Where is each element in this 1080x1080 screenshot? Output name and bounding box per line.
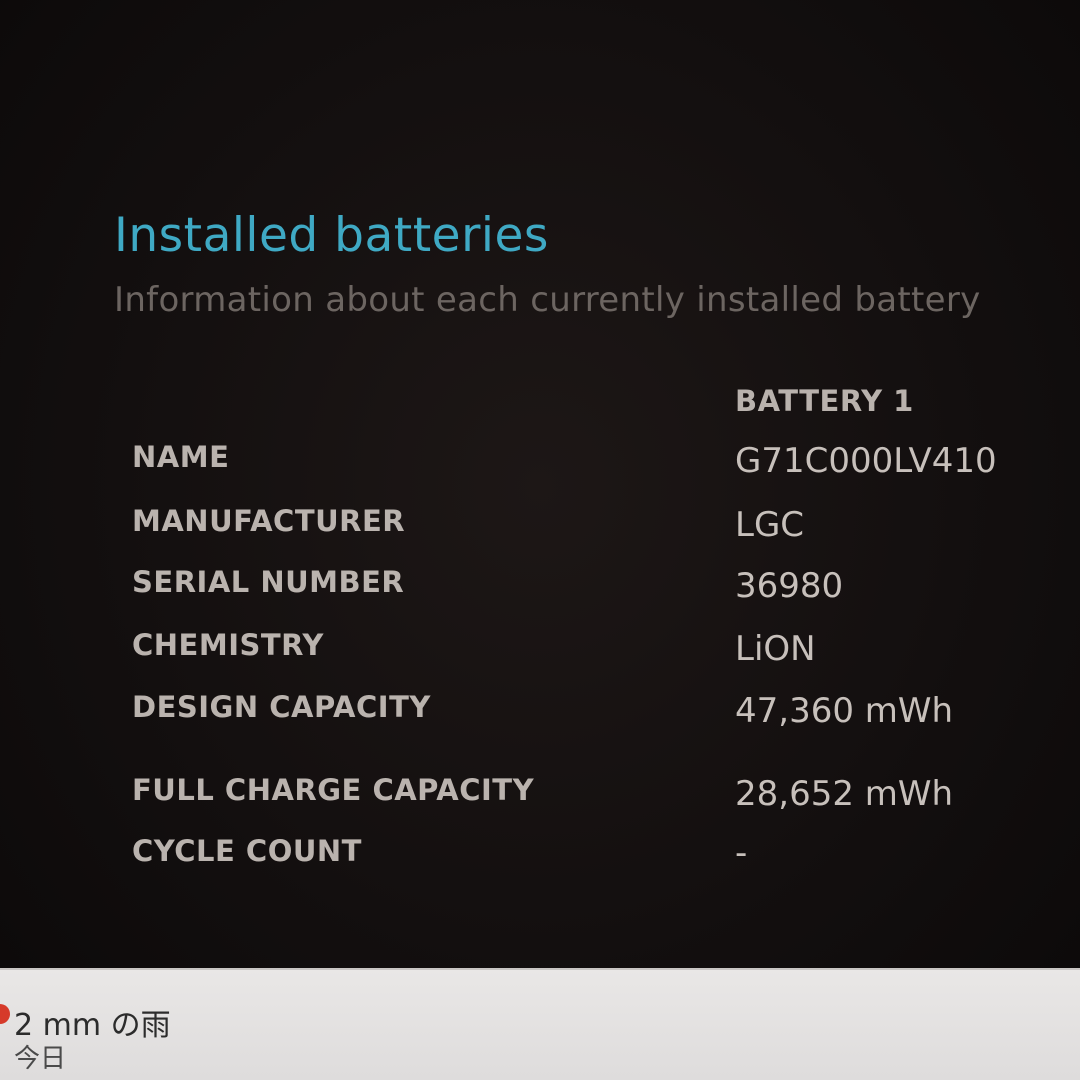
row-label-chemistry: CHEMISTRY: [132, 628, 324, 662]
page-title: Installed batteries: [114, 208, 549, 263]
row-label-name: NAME: [132, 440, 230, 474]
row-value-name: G71C000LV410: [735, 441, 997, 481]
row-label-cycle-count: CYCLE COUNT: [132, 834, 362, 868]
taskbar: 2 mm の雨 今日: [0, 968, 1080, 1080]
battery-column-header: BATTERY 1: [735, 384, 914, 418]
row-value-cycle-count: -: [735, 833, 748, 873]
row-label-serial-number: SERIAL NUMBER: [132, 565, 405, 599]
row-label-full-charge-capacity: FULL CHARGE CAPACITY: [132, 773, 535, 807]
battery-report: Installed batteries Information about ea…: [0, 0, 1080, 968]
row-value-serial-number: 36980: [735, 566, 844, 606]
row-value-chemistry: LiON: [735, 629, 816, 669]
row-value-design-capacity: 47,360 mWh: [735, 691, 954, 731]
row-value-manufacturer: LGC: [735, 505, 805, 545]
row-value-full-charge-capacity: 28,652 mWh: [735, 774, 954, 814]
weather-day-label: 今日: [14, 1044, 67, 1074]
page-subtitle: Information about each currently install…: [114, 280, 981, 320]
row-label-design-capacity: DESIGN CAPACITY: [132, 690, 431, 724]
row-label-manufacturer: MANUFACTURER: [132, 504, 406, 538]
rain-weather-icon: [0, 1004, 10, 1024]
